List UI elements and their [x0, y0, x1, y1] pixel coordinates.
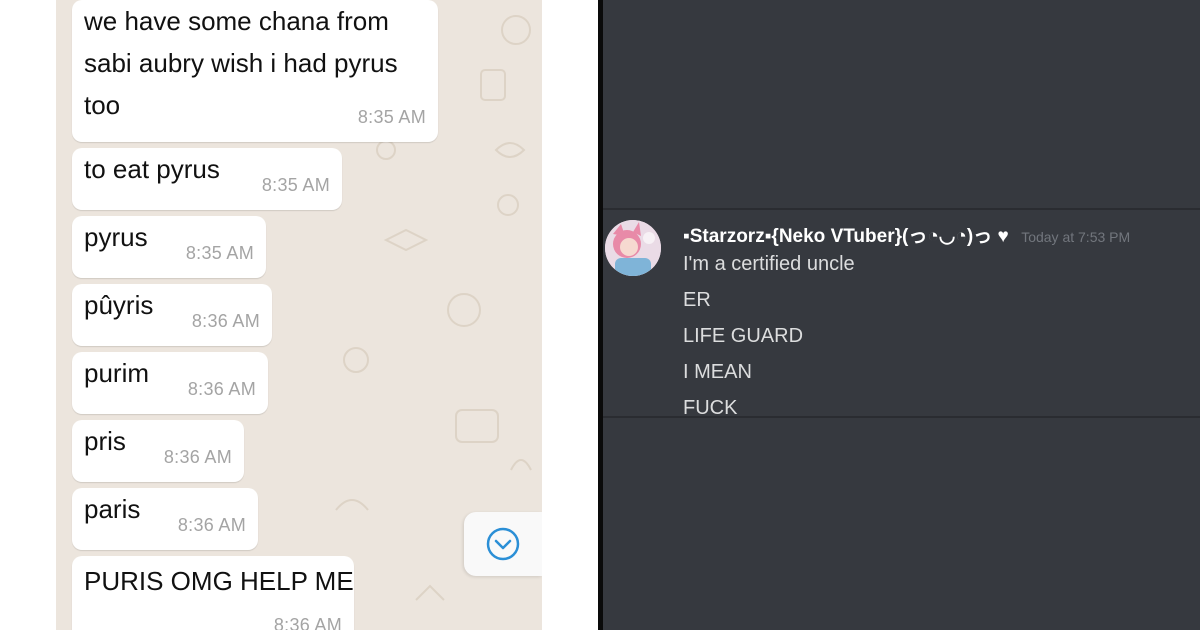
chat-message: I MEAN	[683, 361, 752, 383]
message-time: 8:35 AM	[261, 175, 330, 195]
message-text: we have some chana from	[84, 6, 389, 36]
message-separator	[603, 208, 1200, 210]
message-time: 8:36 AM	[273, 615, 342, 630]
chevron-down-circle-icon	[486, 527, 520, 561]
chat-message: LIFE GUARD	[683, 325, 804, 347]
anime-avatar-icon	[605, 220, 661, 276]
whatsapp-chat-panel: we have some chana from sabi aubry wish …	[56, 0, 542, 630]
message-bubble[interactable]: pyrus 8:35 AM	[72, 216, 266, 278]
message-timestamp: Today at 7:53 PM	[1021, 229, 1131, 245]
message-time: 8:35 AM	[357, 107, 426, 127]
message-text: sabi aubry wish i had pyrus	[84, 48, 398, 78]
chat-message: I'm a certified uncle	[683, 253, 855, 275]
user-avatar[interactable]	[605, 220, 661, 276]
message-bubble[interactable]: PURIS OMG HELP ME 8:36 AM	[72, 556, 354, 630]
message-time: 8:36 AM	[191, 311, 260, 331]
chat-message: ER	[683, 289, 711, 311]
username[interactable]: ▪Starzorz▪{Neko VTuber}(っ◔◡◔)っ ♥	[683, 226, 1009, 247]
message-time: 8:36 AM	[163, 447, 232, 467]
message-text: PURIS OMG HELP ME	[84, 566, 354, 596]
message-bubble[interactable]: pûyris 8:36 AM	[72, 284, 272, 346]
discord-chat-panel: ▪Starzorz▪{Neko VTuber}(っ◔◡◔)っ ♥ Today a…	[603, 0, 1200, 630]
message-time: 8:36 AM	[177, 515, 246, 535]
message-separator	[603, 416, 1200, 418]
message-time: 8:35 AM	[185, 243, 254, 263]
message-bubble[interactable]: we have some chana from sabi aubry wish …	[72, 0, 438, 142]
message-bubble[interactable]: pris 8:36 AM	[72, 420, 244, 482]
message-header: ▪Starzorz▪{Neko VTuber}(っ◔◡◔)っ ♥ Today a…	[683, 221, 1130, 248]
scroll-to-bottom-button[interactable]	[464, 512, 542, 576]
message-time: 8:36 AM	[187, 379, 256, 399]
message-bubble[interactable]: paris 8:36 AM	[72, 488, 258, 550]
message-bubble[interactable]: purim 8:36 AM	[72, 352, 268, 414]
message-bubble[interactable]: to eat pyrus 8:35 AM	[72, 148, 342, 210]
